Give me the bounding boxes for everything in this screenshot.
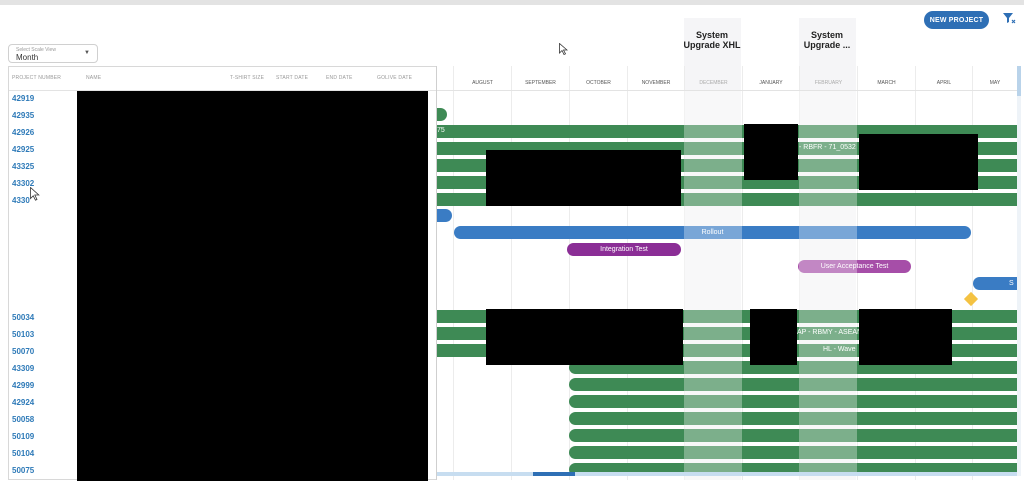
redacted-block [486,150,681,206]
project-number-link[interactable]: 42919 [12,94,34,103]
month-label: OCTOBER [586,80,611,86]
project-table: PROJECT NUMBER NAME T-SHIRT SIZE START D… [8,66,437,481]
project-number-link[interactable]: 42935 [12,111,34,120]
project-number-link[interactable]: 43325 [12,162,34,171]
column-header-start-date[interactable]: START DATE [276,75,308,81]
vertical-scrollbar[interactable] [1017,66,1021,476]
phase-bar-label: S [1009,280,1014,287]
horizontal-scrollbar[interactable] [437,472,1017,476]
gantt-bar-label: 75 [437,127,445,134]
month-label: DECEMBER [699,80,728,86]
project-number-link[interactable]: 42924 [12,398,34,407]
column-header-project-number[interactable]: PROJECT NUMBER [12,75,61,81]
gantt-bar[interactable] [569,378,1017,391]
gantt-bar[interactable] [569,429,1017,442]
project-number-link[interactable]: 43309 [12,364,34,373]
month-label: NOVEMBER [641,80,671,86]
milestone-column-overlay [684,91,742,480]
project-number-link[interactable]: 50070 [12,347,34,356]
milestone-column-overlay [799,91,857,480]
table-header-row: PROJECT NUMBER NAME T-SHIRT SIZE START D… [9,67,437,91]
month-label: JANUARY [759,80,783,86]
column-header-name[interactable]: NAME [86,75,101,81]
redacted-block [859,309,952,365]
project-number-link[interactable]: 42999 [12,381,34,390]
gantt-bar[interactable] [569,446,1017,459]
redacted-block [486,309,683,365]
milestone-label: System Upgrade ... [803,30,851,50]
gantt-bar[interactable] [437,209,452,222]
gantt-bar[interactable] [437,108,447,121]
project-number-link[interactable]: 50103 [12,330,34,339]
redacted-block [77,91,428,481]
project-number-link[interactable]: 4330 [12,196,30,205]
month-label: SEPTEMBER [525,80,556,86]
project-number-link[interactable]: 50109 [12,432,34,441]
filter-icon[interactable] [1002,11,1016,25]
project-number-link[interactable]: 42926 [12,128,34,137]
month-label: APRIL [936,80,952,86]
milestone-label: System Upgrade XHL [683,30,741,50]
mouse-cursor-icon [30,187,40,201]
column-header-tshirt-size[interactable]: T-SHIRT SIZE [230,75,264,81]
vertical-scrollbar-thumb[interactable] [1017,66,1021,96]
gantt-bar[interactable] [569,412,1017,425]
scale-view-value: Month [16,53,39,62]
column-header-end-date[interactable]: END DATE [326,75,353,81]
project-number-link[interactable]: 50058 [12,415,34,424]
redacted-block [859,134,978,190]
new-project-button[interactable]: NEW PROJECT [924,11,989,29]
phase-bar-label: Integration Test [600,246,648,253]
redacted-block [744,124,798,180]
phase-bar-cutover[interactable]: S [973,277,1017,290]
project-number-link[interactable]: 50034 [12,313,34,322]
redacted-block [750,309,797,365]
month-label: AUGUST [472,80,493,86]
horizontal-scrollbar-thumb[interactable] [533,472,575,476]
project-number-link[interactable]: 42925 [12,145,34,154]
top-border [0,0,1024,5]
mouse-cursor-icon [559,43,568,55]
column-header-golive-date[interactable]: GOLIVE DATE [377,75,412,81]
gantt-bar[interactable] [569,395,1017,408]
month-label: FEBRUARY [814,80,843,86]
project-number-link[interactable]: 50104 [12,449,34,458]
scale-view-select[interactable]: Select Scale View Month ▼ [8,44,98,63]
project-number-link[interactable]: 50075 [12,466,34,475]
phase-bar-integration-test[interactable]: Integration Test [567,243,681,256]
chevron-down-icon: ▼ [84,50,90,56]
month-label: MARCH [877,80,896,86]
month-label: MAY [989,80,1001,86]
gantt-timeline: AUGUST SEPTEMBER OCTOBER NOVEMBER DECEMB… [437,66,1017,480]
